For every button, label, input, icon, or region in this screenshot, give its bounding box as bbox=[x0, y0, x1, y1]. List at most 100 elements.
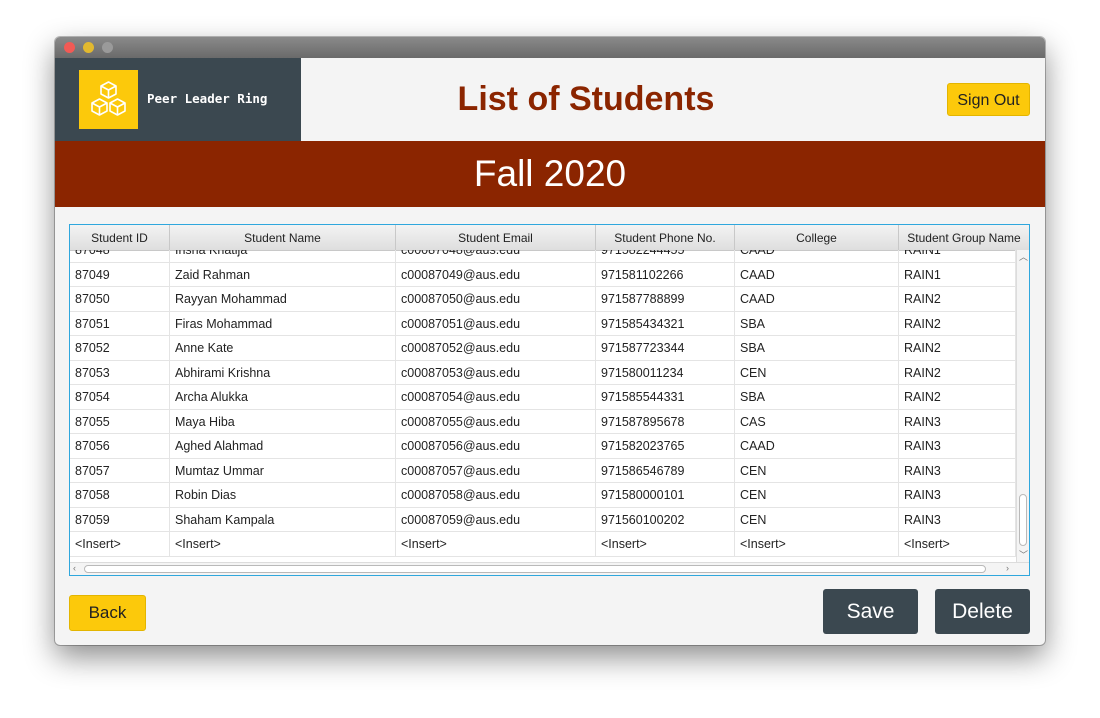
cell-college[interactable]: CAAD bbox=[735, 262, 899, 287]
scroll-left-icon[interactable]: ‹ bbox=[73, 563, 76, 573]
cell-group[interactable]: RAIN1 bbox=[899, 250, 1016, 262]
table-row[interactable]: 87051 Firas Mohammad c00087051@aus.edu 9715… bbox=[70, 311, 1016, 336]
cell-student-email[interactable]: <Insert> bbox=[396, 532, 596, 556]
column-header-student-id[interactable]: Student ID bbox=[70, 225, 170, 250]
cell-group[interactable]: RAIN2 bbox=[899, 287, 1016, 311]
cell-student-name[interactable]: Robin Dias bbox=[170, 483, 396, 507]
cell-student-email[interactable]: c00087052@aus.edu bbox=[396, 336, 596, 360]
cell-student-id[interactable]: 87049 bbox=[70, 262, 170, 287]
cell-student-name[interactable]: Firas Mohammad bbox=[170, 311, 396, 336]
table-row[interactable]: 87048 Insha Khatija c00087048@aus.edu 97158… bbox=[70, 250, 1016, 263]
cell-college[interactable]: CEN bbox=[735, 483, 899, 507]
save-button[interactable]: Save bbox=[823, 589, 918, 634]
cell-student-email[interactable]: c00087056@aus.edu bbox=[396, 434, 596, 458]
cell-college[interactable]: <Insert> bbox=[735, 532, 899, 556]
cell-student-email[interactable]: c00087048@aus.edu bbox=[396, 250, 596, 262]
cell-phone[interactable]: 971582244455 bbox=[596, 250, 735, 262]
scroll-down-icon[interactable]: ﹀ bbox=[1019, 548, 1028, 561]
maximize-window-button[interactable] bbox=[102, 42, 113, 53]
column-header-phone[interactable]: Student Phone No. bbox=[596, 225, 735, 250]
sign-out-button[interactable]: Sign Out bbox=[947, 83, 1030, 116]
column-header-student-name[interactable]: Student Name bbox=[170, 225, 396, 250]
table-row[interactable]: <Insert> <Insert> <Insert> <Insert> <Insert>… bbox=[70, 532, 1016, 557]
table-row[interactable]: 87053 Abhirami Krishna c00087053@aus.edu 97… bbox=[70, 360, 1016, 385]
vertical-scrollbar[interactable]: ︿ ﹀ bbox=[1016, 250, 1029, 562]
cell-group[interactable]: RAIN2 bbox=[899, 385, 1016, 409]
cell-student-name[interactable]: Zaid Rahman bbox=[170, 262, 396, 287]
cell-college[interactable]: SBA bbox=[735, 336, 899, 360]
cell-college[interactable]: SBA bbox=[735, 311, 899, 336]
cell-phone[interactable]: 971587723344 bbox=[596, 336, 735, 360]
cell-student-email[interactable]: c00087055@aus.edu bbox=[396, 409, 596, 434]
cell-student-id[interactable]: 87051 bbox=[70, 311, 170, 336]
horizontal-scrollbar[interactable]: ‹ › bbox=[70, 562, 1029, 575]
cell-phone[interactable]: 971585434321 bbox=[596, 311, 735, 336]
cell-phone[interactable]: <Insert> bbox=[596, 532, 735, 556]
cell-student-email[interactable]: c00087050@aus.edu bbox=[396, 287, 596, 311]
cell-student-id[interactable]: 87058 bbox=[70, 483, 170, 507]
cell-student-name[interactable]: Rayyan Mohammad bbox=[170, 287, 396, 311]
table-row[interactable]: 87059 Shaham Kampala c00087059@aus.edu 9715… bbox=[70, 507, 1016, 532]
cell-group[interactable]: RAIN3 bbox=[899, 507, 1016, 532]
close-window-button[interactable] bbox=[64, 42, 75, 53]
cell-college[interactable]: SBA bbox=[735, 385, 899, 409]
cell-phone[interactable]: 971587788899 bbox=[596, 287, 735, 311]
cell-student-id[interactable]: 87050 bbox=[70, 287, 170, 311]
cell-student-name[interactable]: Maya Hiba bbox=[170, 409, 396, 434]
cell-group[interactable]: RAIN3 bbox=[899, 458, 1016, 483]
table-row[interactable]: 87049 Zaid Rahman c00087049@aus.edu 9715811… bbox=[70, 262, 1016, 287]
cell-student-email[interactable]: c00087057@aus.edu bbox=[396, 458, 596, 483]
table-row[interactable]: 87056 Aghed Alahmad c00087056@aus.edu 97158… bbox=[70, 434, 1016, 459]
cell-student-email[interactable]: c00087049@aus.edu bbox=[396, 262, 596, 287]
cell-college[interactable]: CAAD bbox=[735, 434, 899, 458]
vertical-scroll-thumb[interactable] bbox=[1019, 494, 1027, 546]
table-row[interactable]: 87057 Mumtaz Ummar c00087057@aus.edu 971586… bbox=[70, 458, 1016, 483]
cell-college[interactable]: CEN bbox=[735, 360, 899, 385]
cell-student-id[interactable]: 87057 bbox=[70, 458, 170, 483]
cell-student-email[interactable]: c00087051@aus.edu bbox=[396, 311, 596, 336]
cell-college[interactable]: CAS bbox=[735, 409, 899, 434]
cell-student-id[interactable]: 87054 bbox=[70, 385, 170, 409]
cell-student-id[interactable]: 87059 bbox=[70, 507, 170, 532]
cell-phone[interactable]: 971580000101 bbox=[596, 483, 735, 507]
cell-group[interactable]: RAIN2 bbox=[899, 336, 1016, 360]
scroll-right-icon[interactable]: › bbox=[1006, 563, 1009, 573]
cell-student-id[interactable]: 87048 bbox=[70, 250, 170, 262]
table-row[interactable]: 87054 Archa Alukka c00087054@aus.edu 971585… bbox=[70, 385, 1016, 410]
table-row[interactable]: 87055 Maya Hiba c00087055@aus.edu 971587895… bbox=[70, 409, 1016, 434]
cell-student-name[interactable]: Insha Khatija bbox=[170, 250, 396, 262]
cell-phone[interactable]: 971585544331 bbox=[596, 385, 735, 409]
cell-student-name[interactable]: Anne Kate bbox=[170, 336, 396, 360]
cell-student-email[interactable]: c00087053@aus.edu bbox=[396, 360, 596, 385]
column-header-group[interactable]: Student Group Name bbox=[899, 225, 1029, 250]
cell-student-id[interactable]: <Insert> bbox=[70, 532, 170, 556]
scroll-up-icon[interactable]: ︿ bbox=[1019, 250, 1028, 263]
cell-group[interactable]: <Insert> bbox=[899, 532, 1016, 556]
cell-student-id[interactable]: 87052 bbox=[70, 336, 170, 360]
table-row[interactable]: 87058 Robin Dias c00087058@aus.edu 97158000… bbox=[70, 483, 1016, 508]
back-button[interactable]: Back bbox=[69, 595, 146, 631]
cell-student-email[interactable]: c00087054@aus.edu bbox=[396, 385, 596, 409]
column-header-student-email[interactable]: Student Email bbox=[396, 225, 596, 250]
delete-button[interactable]: Delete bbox=[935, 589, 1030, 634]
students-table[interactable]: Student ID Student Name Student Email St… bbox=[69, 224, 1030, 576]
cell-college[interactable]: CAAD bbox=[735, 250, 899, 262]
table-row[interactable]: 87050 Rayyan Mohammad c00087050@aus.edu 971… bbox=[70, 287, 1016, 312]
minimize-window-button[interactable] bbox=[83, 42, 94, 53]
cell-group[interactable]: RAIN3 bbox=[899, 434, 1016, 458]
cell-phone[interactable]: 971581102266 bbox=[596, 262, 735, 287]
cell-student-name[interactable]: Archa Alukka bbox=[170, 385, 396, 409]
cell-group[interactable]: RAIN3 bbox=[899, 409, 1016, 434]
cell-college[interactable]: CEN bbox=[735, 458, 899, 483]
cell-student-name[interactable]: <Insert> bbox=[170, 532, 396, 556]
cell-college[interactable]: CAAD bbox=[735, 287, 899, 311]
cell-group[interactable]: RAIN1 bbox=[899, 262, 1016, 287]
cell-student-email[interactable]: c00087059@aus.edu bbox=[396, 507, 596, 532]
cell-group[interactable]: RAIN2 bbox=[899, 360, 1016, 385]
cell-student-id[interactable]: 87053 bbox=[70, 360, 170, 385]
cell-group[interactable]: RAIN3 bbox=[899, 483, 1016, 507]
cell-college[interactable]: CEN bbox=[735, 507, 899, 532]
cell-student-name[interactable]: Shaham Kampala bbox=[170, 507, 396, 532]
cell-phone[interactable]: 971586546789 bbox=[596, 458, 735, 483]
cell-student-email[interactable]: c00087058@aus.edu bbox=[396, 483, 596, 507]
